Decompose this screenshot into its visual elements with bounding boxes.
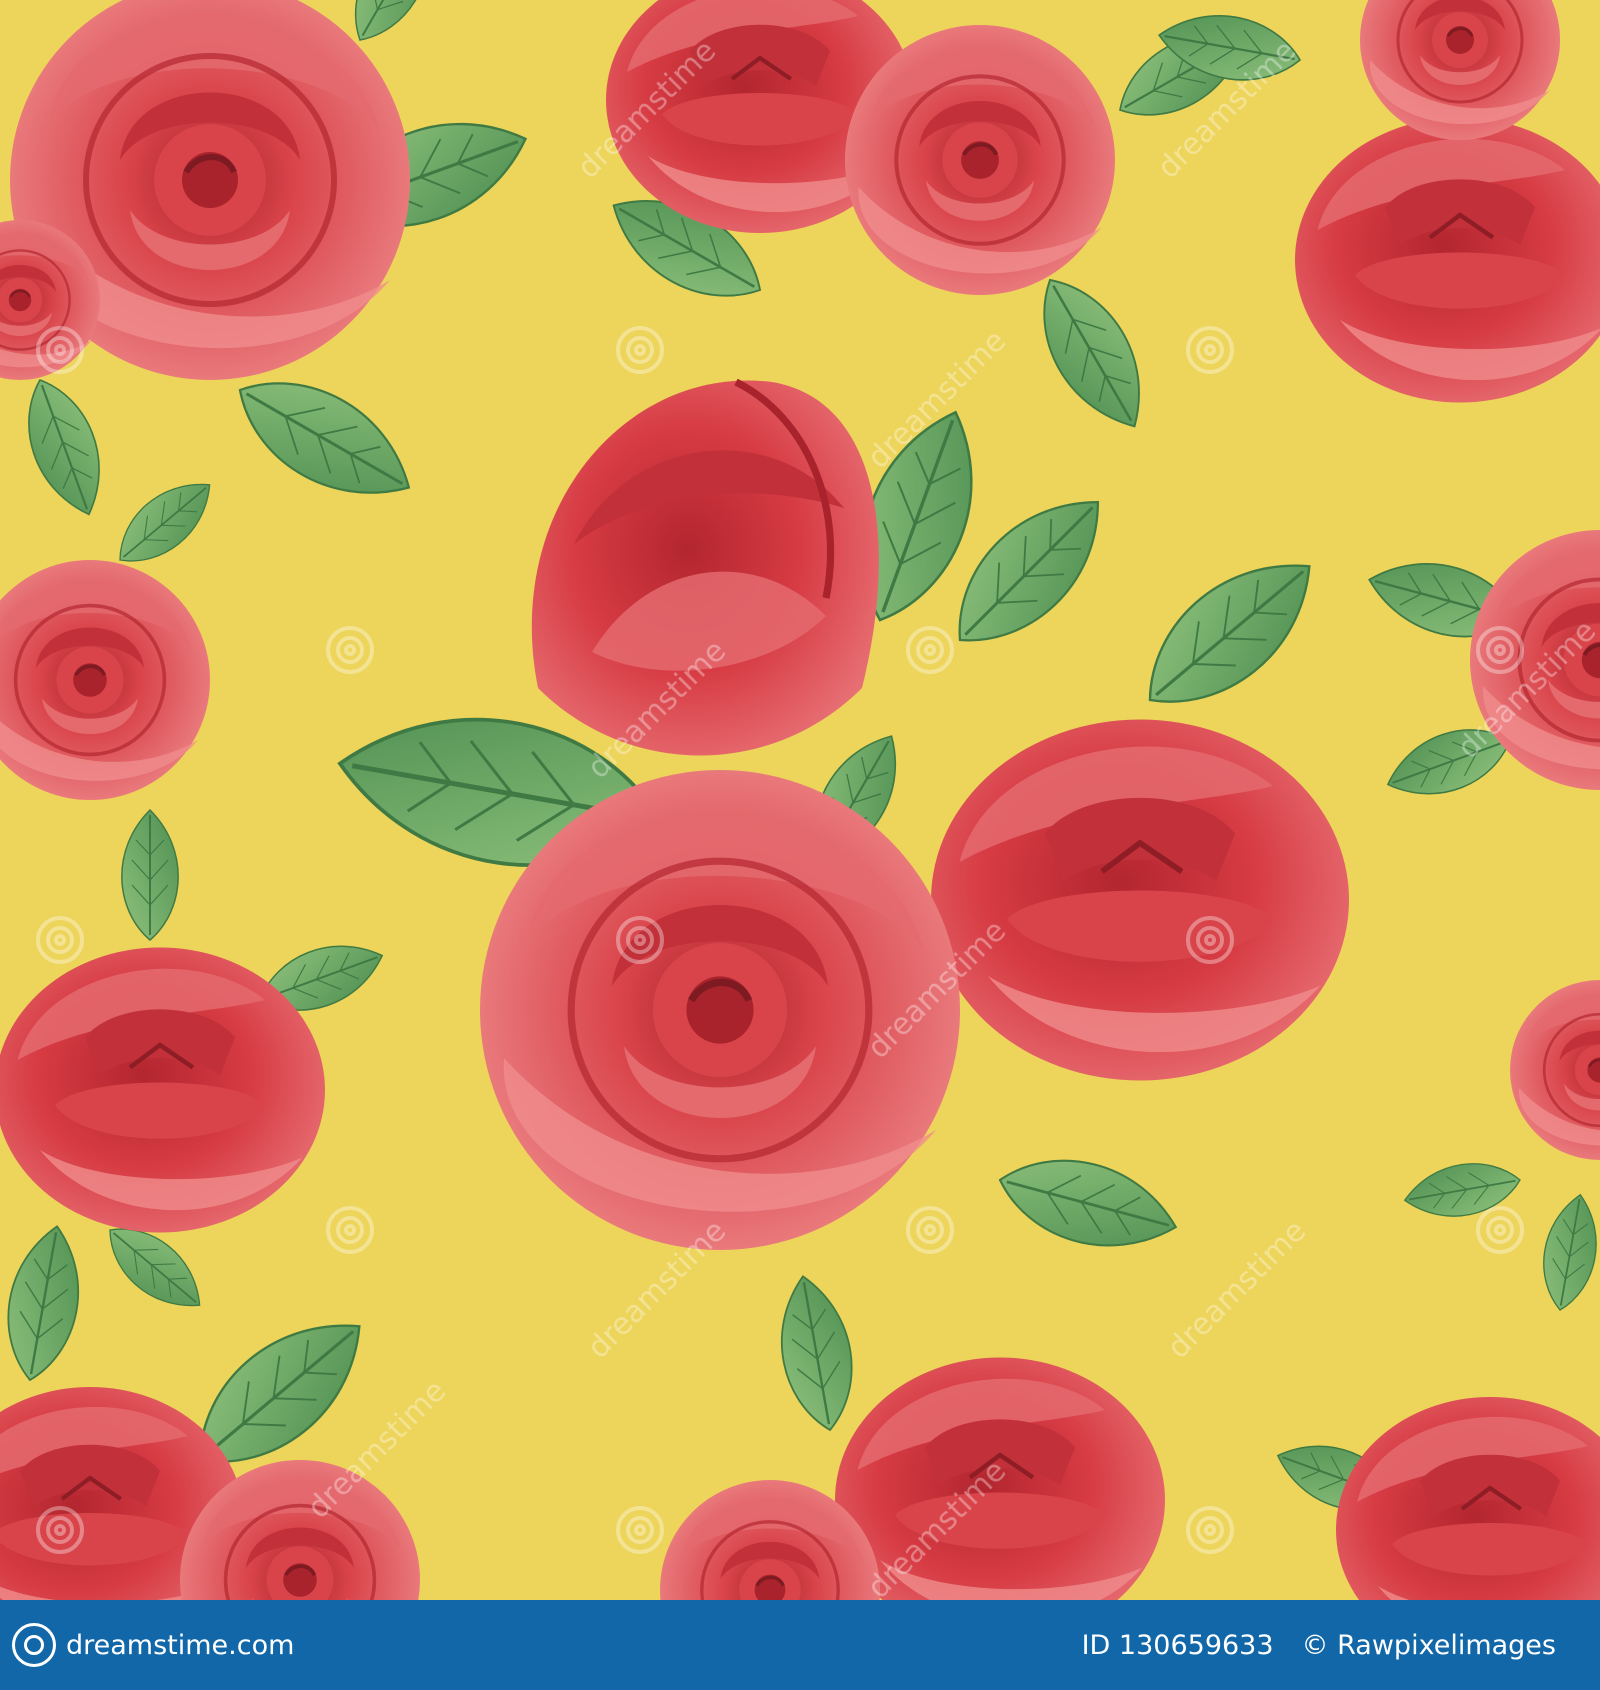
stock-image-page: dreamstime dreamstime dreamstime dreamst… [0,0,1600,1690]
site-name[interactable]: dreamstime.com [66,1630,294,1661]
stock-footer-bar: dreamstime.com ID 130659633 © Rawpixelim… [0,1600,1600,1690]
image-credit: © Rawpixelimages [1301,1629,1556,1661]
footer-brand: dreamstime.com [12,1623,294,1667]
dreamstime-logo-icon [12,1623,56,1667]
rose-pattern-image: dreamstime dreamstime dreamstime dreamst… [0,0,1600,1600]
footer-meta: ID 130659633 © Rawpixelimages [1082,1630,1556,1661]
image-id: ID 130659633 [1081,1629,1274,1661]
